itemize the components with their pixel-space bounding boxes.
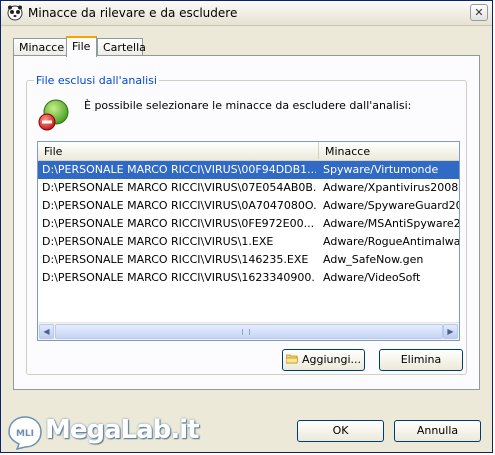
grip-icon bbox=[242, 329, 250, 335]
scroll-thumb[interactable] bbox=[55, 324, 443, 339]
list-item[interactable]: D:\PERSONALE MARCO RICCI\VIRUS\07E054AB0… bbox=[38, 179, 459, 197]
add-button[interactable]: Aggiungi... bbox=[282, 349, 365, 371]
file-path: D:\PERSONALE MARCO RICCI\VIRUS\0A7047080… bbox=[42, 199, 316, 212]
tab-cartella[interactable]: Cartella bbox=[97, 38, 146, 56]
list-item[interactable]: D:\PERSONALE MARCO RICCI\VIRUS\162334090… bbox=[38, 269, 459, 287]
tab-minacce[interactable]: Minacce bbox=[13, 38, 67, 56]
megalab-logo-icon: MLI bbox=[8, 416, 42, 451]
folder-icon bbox=[285, 354, 298, 364]
list-rows: D:\PERSONALE MARCO RICCI\VIRUS\00F94DDB1… bbox=[38, 161, 459, 287]
panda-app-icon bbox=[7, 5, 23, 21]
watermark-text: MegaLab.it bbox=[45, 415, 200, 445]
scroll-left-icon[interactable]: ◀ bbox=[39, 324, 54, 339]
close-button[interactable]: ✕ bbox=[470, 4, 488, 21]
info-text: È possibile selezionare le minacce da es… bbox=[84, 99, 412, 112]
list-item[interactable]: D:\PERSONALE MARCO RICCI\VIRUS\1.EXE Adwa… bbox=[38, 233, 459, 251]
delete-button[interactable]: Elimina bbox=[379, 349, 463, 371]
threat-name: Adw_SafeNow.gen bbox=[323, 253, 424, 266]
file-path: D:\PERSONALE MARCO RICCI\VIRUS\00F94DDB1… bbox=[42, 163, 316, 176]
close-icon: ✕ bbox=[474, 6, 484, 19]
excluded-files-group: File esclusi dall'analisi È possibile se… bbox=[26, 74, 467, 375]
window-title: Minacce da rilevare e da escludere bbox=[28, 6, 238, 20]
file-path: D:\PERSONALE MARCO RICCI\VIRUS\162334090… bbox=[42, 271, 316, 284]
tab-file[interactable]: File bbox=[66, 36, 97, 57]
list-item[interactable]: D:\PERSONALE MARCO RICCI\VIRUS\0FE972E00… bbox=[38, 215, 459, 233]
file-path: D:\PERSONALE MARCO RICCI\VIRUS\1.EXE bbox=[42, 235, 274, 248]
logo-text: MLI bbox=[16, 429, 34, 439]
threat-name: Adware/Xpantivirus2008 bbox=[323, 181, 459, 194]
group-title: File esclusi dall'analisi bbox=[34, 74, 159, 87]
add-button-label: Aggiungi... bbox=[301, 353, 362, 366]
horizontal-scrollbar[interactable]: ◀ ▶ bbox=[38, 322, 459, 340]
cancel-button[interactable]: Annulla bbox=[394, 420, 481, 442]
list-item[interactable]: D:\PERSONALE MARCO RICCI\VIRUS\146235.EX… bbox=[38, 251, 459, 269]
threat-name: Adware/VideoSoft bbox=[323, 271, 421, 284]
tab-panel: File esclusi dall'analisi È possibile se… bbox=[13, 55, 480, 390]
scroll-right-icon[interactable]: ▶ bbox=[443, 324, 458, 339]
list-item[interactable]: D:\PERSONALE MARCO RICCI\VIRUS\0A7047080… bbox=[38, 197, 459, 215]
title-bar[interactable]: Minacce da rilevare e da escludere ✕ bbox=[1, 1, 492, 26]
file-path: D:\PERSONALE MARCO RICCI\VIRUS\146235.EX… bbox=[42, 253, 309, 266]
threat-name: Adware/SpywareGuard2008 bbox=[323, 199, 459, 212]
file-path: D:\PERSONALE MARCO RICCI\VIRUS\0FE972E00… bbox=[42, 217, 315, 230]
list-item[interactable]: D:\PERSONALE MARCO RICCI\VIRUS\00F94DDB1… bbox=[38, 161, 459, 179]
threat-name: Spyware/Virtumonde bbox=[323, 163, 439, 176]
threat-name: Adware/RogueAntimalware20 bbox=[323, 235, 459, 248]
file-path: D:\PERSONALE MARCO RICCI\VIRUS\07E054AB0… bbox=[42, 181, 316, 194]
column-header-minacce[interactable]: Minacce bbox=[319, 142, 459, 159]
threat-name: Adware/MSAntiSpyware2009 bbox=[323, 217, 459, 230]
remove-icon bbox=[38, 99, 69, 131]
ok-button[interactable]: OK bbox=[297, 420, 384, 442]
dialog-window: Minacce da rilevare e da escludere ✕ Min… bbox=[0, 0, 493, 453]
excluded-files-list[interactable]: File Minacce D:\PERSONALE MARCO RICCI\VI… bbox=[37, 141, 460, 341]
column-header-file[interactable]: File bbox=[38, 142, 319, 159]
list-header: File Minacce bbox=[38, 142, 459, 161]
